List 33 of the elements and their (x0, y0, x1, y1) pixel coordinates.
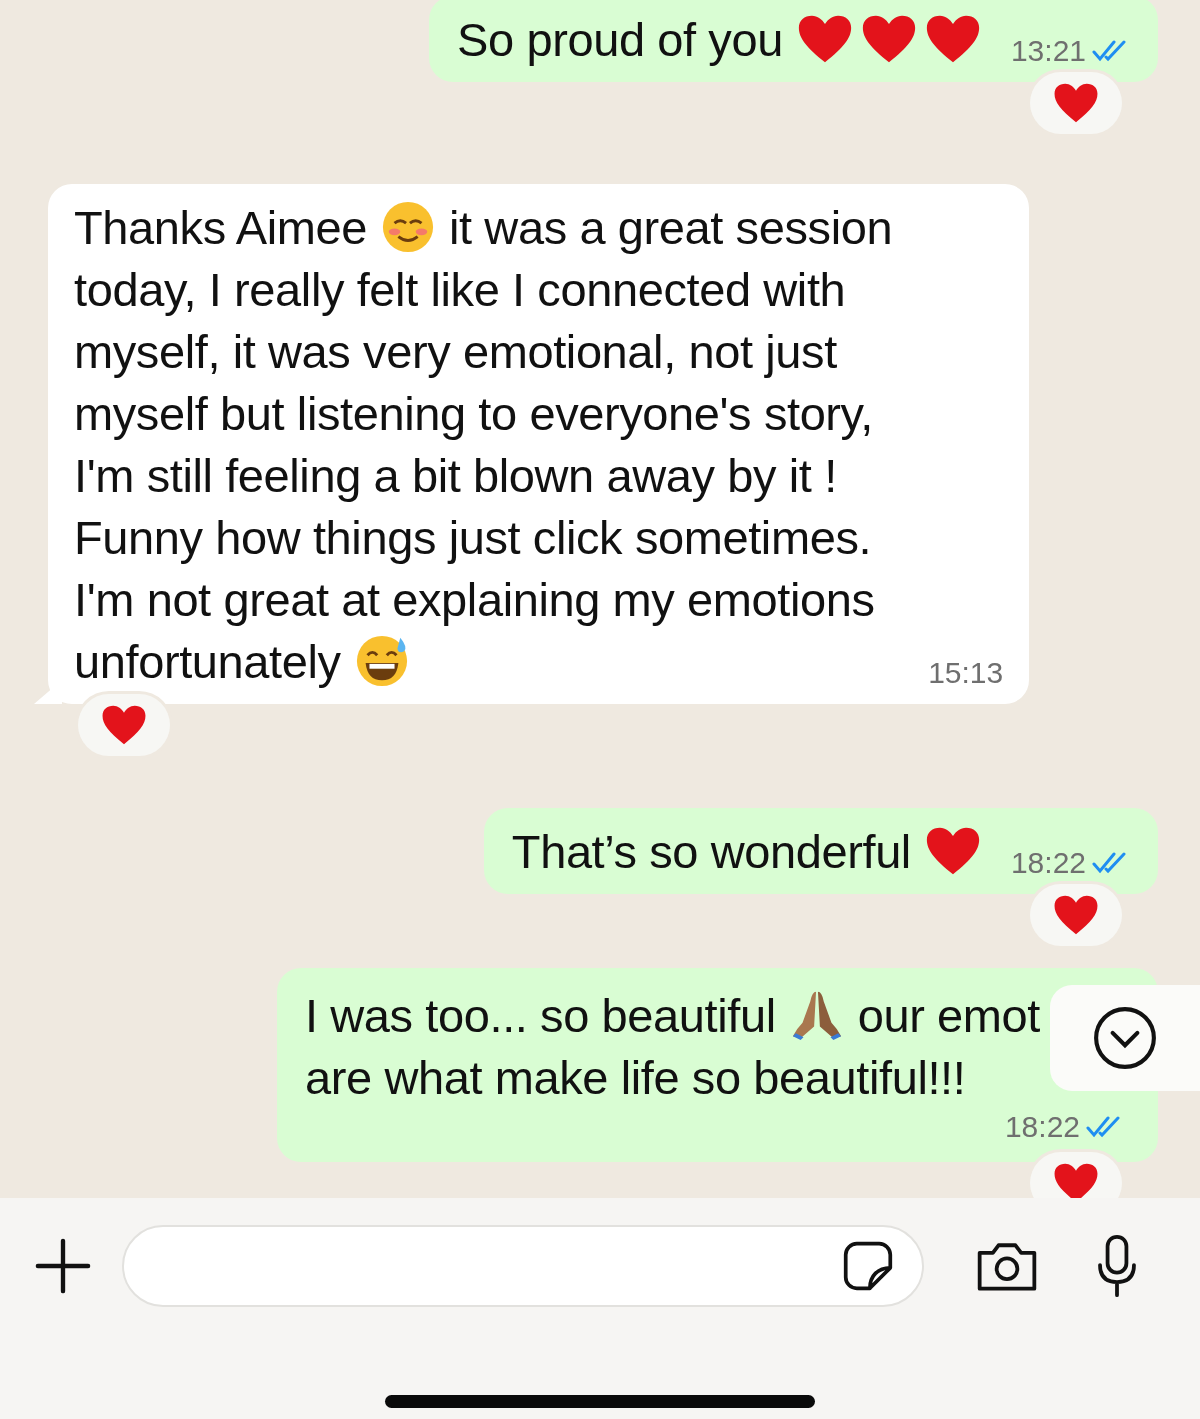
message-text: unfortunately (74, 633, 341, 689)
message-time: 18:22 (1004, 1110, 1080, 1144)
message-text: I'm not great at explaining my emotions (74, 571, 875, 627)
message-text: Funny how things just click sometimes. (74, 509, 872, 565)
scroll-down-button[interactable] (1050, 985, 1200, 1091)
message-text: are what make life so beautiful!!! (305, 1049, 966, 1105)
heart-icon (1053, 1162, 1099, 1198)
sticker-icon[interactable] (842, 1239, 894, 1292)
reaction-badge[interactable] (1030, 1152, 1122, 1198)
message-time: 18:22 (1010, 846, 1086, 880)
chevron-down-icon (1092, 1005, 1158, 1071)
message-text: it was a great session (449, 199, 893, 255)
message-text: Thanks Aimee (74, 199, 367, 255)
message-text: I'm still feeling a bit blown away by it ! (74, 447, 837, 503)
heart-icon (1053, 82, 1099, 124)
heart-icon (924, 13, 981, 65)
message-text: So proud of you (457, 11, 783, 67)
heart-icon (796, 13, 853, 65)
message-text: I was too... so beautiful (305, 987, 776, 1043)
heart-icon (1053, 894, 1099, 936)
heart-icon (860, 13, 917, 65)
message-text: myself, it was very emotional, not just (74, 323, 837, 379)
plus-icon[interactable] (34, 1236, 92, 1295)
message-time: 13:21 (1010, 34, 1086, 68)
grinning-sweat-face-icon (354, 634, 409, 688)
message-text: myself but listening to everyone's story, (74, 385, 873, 441)
heart-icon (101, 704, 147, 746)
message-text: our emot (857, 987, 1040, 1043)
message-text: That’s so wonderful (511, 823, 911, 879)
message-time: 15:13 (928, 656, 1004, 690)
smiling-face-icon (381, 200, 435, 254)
heart-icon (924, 825, 981, 877)
message-text: today, I really felt like I connected with (74, 261, 846, 317)
